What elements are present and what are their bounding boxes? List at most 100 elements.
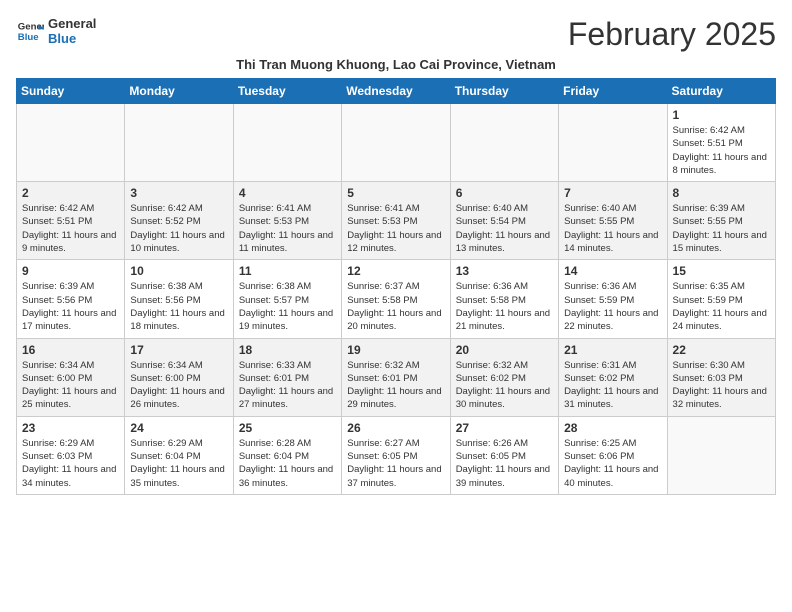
day-number: 22 [673, 343, 770, 357]
day-number: 4 [239, 186, 336, 200]
calendar-week-row: 2 Sunrise: 6:42 AM Sunset: 5:51 PM Daylig… [17, 182, 776, 260]
calendar-cell [342, 104, 450, 182]
calendar-cell [559, 104, 667, 182]
calendar-cell: 8 Sunrise: 6:39 AM Sunset: 5:55 PM Daylig… [667, 182, 775, 260]
day-number: 13 [456, 264, 553, 278]
calendar-cell: 5 Sunrise: 6:41 AM Sunset: 5:53 PM Daylig… [342, 182, 450, 260]
day-info: Sunrise: 6:31 AM Sunset: 6:02 PM Dayligh… [564, 359, 661, 412]
day-number: 8 [673, 186, 770, 200]
weekday-header-sunday: Sunday [17, 79, 125, 104]
day-number: 11 [239, 264, 336, 278]
calendar-cell: 26 Sunrise: 6:27 AM Sunset: 6:05 PM Dayli… [342, 416, 450, 494]
day-number: 7 [564, 186, 661, 200]
day-number: 18 [239, 343, 336, 357]
calendar-cell: 4 Sunrise: 6:41 AM Sunset: 5:53 PM Daylig… [233, 182, 341, 260]
day-info: Sunrise: 6:36 AM Sunset: 5:58 PM Dayligh… [456, 280, 553, 333]
logo-icon: General Blue [16, 17, 44, 45]
day-number: 14 [564, 264, 661, 278]
day-info: Sunrise: 6:40 AM Sunset: 5:55 PM Dayligh… [564, 202, 661, 255]
day-info: Sunrise: 6:42 AM Sunset: 5:51 PM Dayligh… [22, 202, 119, 255]
day-info: Sunrise: 6:36 AM Sunset: 5:59 PM Dayligh… [564, 280, 661, 333]
day-info: Sunrise: 6:38 AM Sunset: 5:56 PM Dayligh… [130, 280, 227, 333]
calendar-cell: 20 Sunrise: 6:32 AM Sunset: 6:02 PM Dayli… [450, 338, 558, 416]
day-number: 23 [22, 421, 119, 435]
day-number: 26 [347, 421, 444, 435]
svg-text:Blue: Blue [18, 32, 39, 43]
day-info: Sunrise: 6:28 AM Sunset: 6:04 PM Dayligh… [239, 437, 336, 490]
day-info: Sunrise: 6:32 AM Sunset: 6:01 PM Dayligh… [347, 359, 444, 412]
weekday-header-thursday: Thursday [450, 79, 558, 104]
day-info: Sunrise: 6:25 AM Sunset: 6:06 PM Dayligh… [564, 437, 661, 490]
logo-blue-text: Blue [48, 31, 96, 46]
calendar-cell: 16Sunrise: 6:34 AM Sunset: 6:00 PM Dayli… [17, 338, 125, 416]
weekday-header-monday: Monday [125, 79, 233, 104]
calendar-cell: 1Sunrise: 6:42 AM Sunset: 5:51 PM Daylig… [667, 104, 775, 182]
calendar-cell: 22 Sunrise: 6:30 AM Sunset: 6:03 PM Dayli… [667, 338, 775, 416]
location-subtitle: Thi Tran Muong Khuong, Lao Cai Province,… [16, 57, 776, 72]
calendar-cell: 13 Sunrise: 6:36 AM Sunset: 5:58 PM Dayli… [450, 260, 558, 338]
calendar-cell: 18Sunrise: 6:33 AM Sunset: 6:01 PM Dayli… [233, 338, 341, 416]
day-info: Sunrise: 6:32 AM Sunset: 6:02 PM Dayligh… [456, 359, 553, 412]
calendar-cell: 12Sunrise: 6:37 AM Sunset: 5:58 PM Dayli… [342, 260, 450, 338]
calendar-cell: 15Sunrise: 6:35 AM Sunset: 5:59 PM Dayli… [667, 260, 775, 338]
day-info: Sunrise: 6:41 AM Sunset: 5:53 PM Dayligh… [347, 202, 444, 255]
day-number: 28 [564, 421, 661, 435]
title-block: February 2025 [568, 16, 776, 53]
calendar-cell: 17 Sunrise: 6:34 AM Sunset: 6:00 PM Dayli… [125, 338, 233, 416]
calendar-week-row: 9Sunrise: 6:39 AM Sunset: 5:56 PM Daylig… [17, 260, 776, 338]
day-number: 21 [564, 343, 661, 357]
calendar-cell: 9Sunrise: 6:39 AM Sunset: 5:56 PM Daylig… [17, 260, 125, 338]
day-info: Sunrise: 6:40 AM Sunset: 5:54 PM Dayligh… [456, 202, 553, 255]
month-year-title: February 2025 [568, 16, 776, 53]
day-number: 3 [130, 186, 227, 200]
day-number: 12 [347, 264, 444, 278]
calendar-cell: 23 Sunrise: 6:29 AM Sunset: 6:03 PM Dayli… [17, 416, 125, 494]
day-info: Sunrise: 6:38 AM Sunset: 5:57 PM Dayligh… [239, 280, 336, 333]
calendar-cell [667, 416, 775, 494]
calendar-cell: 25 Sunrise: 6:28 AM Sunset: 6:04 PM Dayli… [233, 416, 341, 494]
calendar-cell: 10 Sunrise: 6:38 AM Sunset: 5:56 PM Dayli… [125, 260, 233, 338]
calendar-cell: 6Sunrise: 6:40 AM Sunset: 5:54 PM Daylig… [450, 182, 558, 260]
day-number: 20 [456, 343, 553, 357]
logo-general-text: General [48, 16, 96, 31]
day-number: 17 [130, 343, 227, 357]
day-info: Sunrise: 6:30 AM Sunset: 6:03 PM Dayligh… [673, 359, 770, 412]
logo: General Blue General Blue [16, 16, 96, 46]
day-info: Sunrise: 6:41 AM Sunset: 5:53 PM Dayligh… [239, 202, 336, 255]
calendar-cell [450, 104, 558, 182]
calendar-cell: 2 Sunrise: 6:42 AM Sunset: 5:51 PM Daylig… [17, 182, 125, 260]
calendar-week-row: 16 Sunrise: 6:34 AM Sunset: 6:00 PM Dayli… [17, 338, 776, 416]
day-number: 16 [22, 343, 119, 357]
page-header: General Blue General Blue February 2025 [16, 16, 776, 53]
calendar-cell [233, 104, 341, 182]
calendar-cell: 3 Sunrise: 6:42 AM Sunset: 5:52 PM Daylig… [125, 182, 233, 260]
day-info: Sunrise: 6:29 AM Sunset: 6:03 PM Dayligh… [22, 437, 119, 490]
weekday-header-saturday: Saturday [667, 79, 775, 104]
calendar-cell: 14 Sunrise: 6:36 AM Sunset: 5:59 PM Dayli… [559, 260, 667, 338]
day-info: Sunrise: 6:42 AM Sunset: 5:52 PM Dayligh… [130, 202, 227, 255]
day-number: 9 [22, 264, 119, 278]
calendar-cell: 7 Sunrise: 6:40 AM Sunset: 5:55 PM Daylig… [559, 182, 667, 260]
day-number: 1 [673, 108, 770, 122]
day-info: Sunrise: 6:29 AM Sunset: 6:04 PM Dayligh… [130, 437, 227, 490]
calendar-cell: 27Sunrise: 6:26 AM Sunset: 6:05 PM Dayli… [450, 416, 558, 494]
day-number: 27 [456, 421, 553, 435]
weekday-header-tuesday: Tuesday [233, 79, 341, 104]
day-number: 24 [130, 421, 227, 435]
calendar-cell: 11 Sunrise: 6:38 AM Sunset: 5:57 PM Dayli… [233, 260, 341, 338]
calendar-cell: 19 Sunrise: 6:32 AM Sunset: 6:01 PM Dayli… [342, 338, 450, 416]
calendar-cell [17, 104, 125, 182]
day-number: 10 [130, 264, 227, 278]
calendar-cell: 21 Sunrise: 6:31 AM Sunset: 6:02 PM Dayli… [559, 338, 667, 416]
day-number: 5 [347, 186, 444, 200]
day-number: 19 [347, 343, 444, 357]
weekday-header-friday: Friday [559, 79, 667, 104]
day-info: Sunrise: 6:39 AM Sunset: 5:55 PM Dayligh… [673, 202, 770, 255]
day-number: 25 [239, 421, 336, 435]
day-number: 15 [673, 264, 770, 278]
day-info: Sunrise: 6:27 AM Sunset: 6:05 PM Dayligh… [347, 437, 444, 490]
calendar-cell: 28 Sunrise: 6:25 AM Sunset: 6:06 PM Dayli… [559, 416, 667, 494]
day-number: 2 [22, 186, 119, 200]
day-info: Sunrise: 6:34 AM Sunset: 6:00 PM Dayligh… [130, 359, 227, 412]
weekday-header-wednesday: Wednesday [342, 79, 450, 104]
